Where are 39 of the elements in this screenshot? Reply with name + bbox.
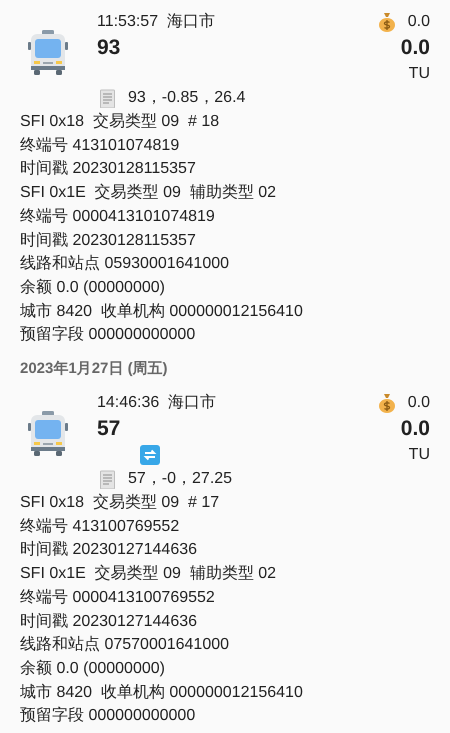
detail-line: SFI 0x1E 交易类型 09 辅助类型 02 — [20, 182, 278, 204]
bus-icon — [28, 30, 68, 76]
detail-line: 城市 8420 收单机构 000000012156410 — [20, 682, 304, 703]
detail-line: 时间戳 20230128115357 — [20, 230, 197, 251]
memo-text: 57，-0，27.25 — [128, 469, 232, 490]
detail-line: 城市 8420 收单机构 000000012156410 — [20, 302, 304, 322]
detail-line: 余额 0.0 (00000000) — [20, 278, 166, 298]
amount-value: 0.0 — [400, 416, 430, 442]
detail-line: SFI 0x1E 交易类型 09 辅助类型 02 — [20, 564, 278, 584]
detail-line: 线路和站点 05930001641000 — [20, 254, 230, 274]
memo-icon — [100, 88, 115, 108]
detail-line: SFI 0x18 交易类型 09 # 17 — [20, 492, 220, 514]
amount-value: 0.0 — [400, 35, 430, 62]
detail-line: 终端号 413100769552 — [20, 516, 180, 537]
date-header: 2023年1月27日 (周五) — [20, 358, 168, 379]
memo-icon — [100, 470, 115, 489]
time-city: 11:53:57 海口市 — [97, 12, 215, 32]
detail-line: 终端号 413101074819 — [20, 136, 180, 156]
detail-line: 预留字段 000000000000 — [20, 706, 196, 726]
detail-line: 时间戳 20230128115357 — [20, 158, 197, 180]
route-number: 93 — [97, 35, 120, 62]
unit-label: TU — [408, 64, 430, 84]
detail-line: 预留字段 000000000000 — [20, 324, 196, 346]
route-number: 57 — [97, 416, 120, 442]
detail-line: 余额 0.0 (00000000) — [20, 658, 166, 679]
balance-value: 0.0 — [408, 12, 430, 32]
detail-line: 终端号 0000413101074819 — [20, 206, 216, 227]
unit-label: TU — [408, 445, 430, 466]
money-bag-icon — [378, 393, 396, 414]
time-city: 14:46:36 海口市 — [97, 392, 216, 414]
detail-line: 线路和站点 07570001641000 — [20, 634, 230, 656]
detail-line: 时间戳 20230127144636 — [20, 612, 198, 632]
detail-line: SFI 0x18 交易类型 09 # 18 — [20, 112, 220, 132]
balance-value: 0.0 — [408, 393, 430, 414]
memo-text: 93，-0.85，26.4 — [128, 88, 246, 108]
money-bag-icon — [378, 12, 396, 32]
bus-icon — [28, 411, 68, 458]
detail-line: 终端号 0000413100769552 — [20, 588, 216, 608]
detail-line: 时间戳 20230127144636 — [20, 540, 198, 560]
